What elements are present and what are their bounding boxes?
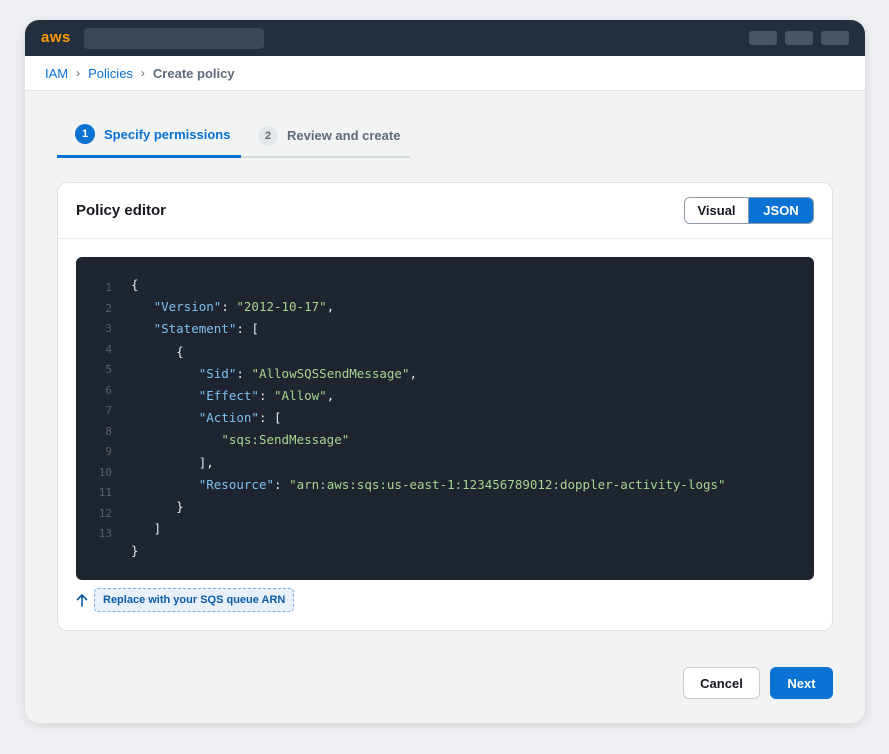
json-value: "sqs:SendMessage" bbox=[221, 432, 350, 448]
line-number: 7 bbox=[105, 404, 112, 417]
code-line: "Version": "2012-10-17", bbox=[153, 299, 335, 315]
code-line: "Resource": "arn:aws:sqs:us-east-1:12345… bbox=[198, 476, 726, 492]
step-review-and-create[interactable]: 2 Review and create bbox=[258, 113, 400, 158]
policy-editor-card: Policy editor Visual JSON 1 2 3 4 5 6 7 … bbox=[57, 182, 833, 631]
cancel-button[interactable]: Cancel bbox=[683, 667, 760, 699]
breadcrumb: IAM › Policies › Create policy bbox=[25, 56, 865, 91]
nav-placeholder-2[interactable] bbox=[785, 31, 813, 45]
step-number: 2 bbox=[258, 125, 278, 146]
json-mode-button[interactable]: JSON bbox=[749, 198, 813, 223]
search-bar[interactable] bbox=[84, 28, 264, 49]
breadcrumb-current: Create policy bbox=[152, 65, 235, 81]
line-number: 13 bbox=[98, 527, 112, 540]
code-line: } bbox=[131, 543, 139, 559]
json-value: "AllowSQSSendMessage" bbox=[251, 365, 410, 381]
step-specify-permissions[interactable]: 1 Specify permissions bbox=[57, 113, 241, 158]
code-line: "sqs:SendMessage" bbox=[131, 429, 726, 451]
code-line: "Action": [ bbox=[198, 410, 282, 426]
nav-placeholder-1[interactable] bbox=[749, 31, 777, 45]
line-number: 10 bbox=[98, 465, 112, 479]
editor-mode-toggle: Visual JSON bbox=[684, 197, 814, 224]
line-number: 12 bbox=[98, 506, 112, 520]
code-line: ] bbox=[131, 521, 162, 537]
code-line: "Sid": "AllowSQSSendMessage", bbox=[198, 365, 418, 381]
code-line: { bbox=[131, 343, 184, 359]
line-number: 6 bbox=[105, 383, 112, 397]
app-window: aws IAM › Policies › Create policy 1 Spe… bbox=[25, 20, 865, 723]
line-number: 11 bbox=[98, 486, 112, 499]
nav-placeholder-3[interactable] bbox=[821, 31, 849, 45]
json-key: "Version" bbox=[153, 299, 222, 315]
line-number-gutter: 1 2 3 4 5 6 7 8 9 10 11 12 13 bbox=[76, 278, 112, 545]
policy-editor-title: Policy editor bbox=[76, 202, 167, 219]
line-number: 4 bbox=[105, 342, 112, 356]
code-line: "Statement": [ bbox=[153, 321, 259, 337]
line-number: 1 bbox=[105, 281, 112, 294]
json-key: "Sid" bbox=[198, 365, 237, 381]
breadcrumb-policies[interactable]: Policies bbox=[88, 66, 133, 81]
hint-label: Replace with your SQS queue ARN bbox=[94, 588, 295, 612]
code-line: { bbox=[131, 277, 139, 292]
json-key: "Resource" bbox=[198, 476, 274, 492]
json-value: "Allow" bbox=[274, 387, 327, 403]
top-navigation-bar: aws bbox=[25, 20, 865, 56]
wizard-steps: 1 Specify permissions 2 Review and creat… bbox=[57, 113, 410, 158]
line-number: 3 bbox=[105, 322, 112, 335]
resource-hint: Replace with your SQS queue ARN bbox=[76, 588, 295, 612]
json-key: "Action" bbox=[198, 410, 259, 426]
aws-logo[interactable]: aws bbox=[41, 29, 71, 46]
breadcrumb-iam[interactable]: IAM bbox=[45, 66, 68, 81]
json-key: "Effect" bbox=[198, 387, 259, 403]
card-header: Policy editor Visual JSON bbox=[58, 183, 832, 239]
line-number: 2 bbox=[105, 301, 112, 315]
json-code-editor[interactable]: 1 2 3 4 5 6 7 8 9 10 11 12 13 { "Version… bbox=[76, 257, 814, 580]
breadcrumb-separator: › bbox=[76, 66, 81, 80]
arrow-up-icon bbox=[76, 594, 88, 607]
next-button[interactable]: Next bbox=[770, 667, 833, 699]
line-number: 8 bbox=[105, 424, 112, 438]
step-label: Specify permissions bbox=[104, 126, 231, 142]
json-value: "2012-10-17" bbox=[236, 299, 327, 315]
breadcrumb-separator: › bbox=[140, 66, 145, 80]
code-line: ], bbox=[131, 454, 214, 470]
step-number: 1 bbox=[75, 124, 95, 144]
json-value: "arn:aws:sqs:us-east-1:123456789012:dopp… bbox=[289, 476, 726, 492]
visual-mode-button[interactable]: Visual bbox=[685, 198, 749, 223]
code-line: } bbox=[131, 498, 184, 514]
line-number: 9 bbox=[105, 445, 112, 458]
step-label: Review and create bbox=[287, 128, 401, 143]
code-content: { "Version": "2012-10-17", "Statement": … bbox=[131, 274, 726, 562]
line-number: 5 bbox=[105, 363, 112, 376]
json-key: "Statement" bbox=[153, 321, 237, 337]
code-line: "Effect": "Allow", bbox=[198, 387, 335, 403]
